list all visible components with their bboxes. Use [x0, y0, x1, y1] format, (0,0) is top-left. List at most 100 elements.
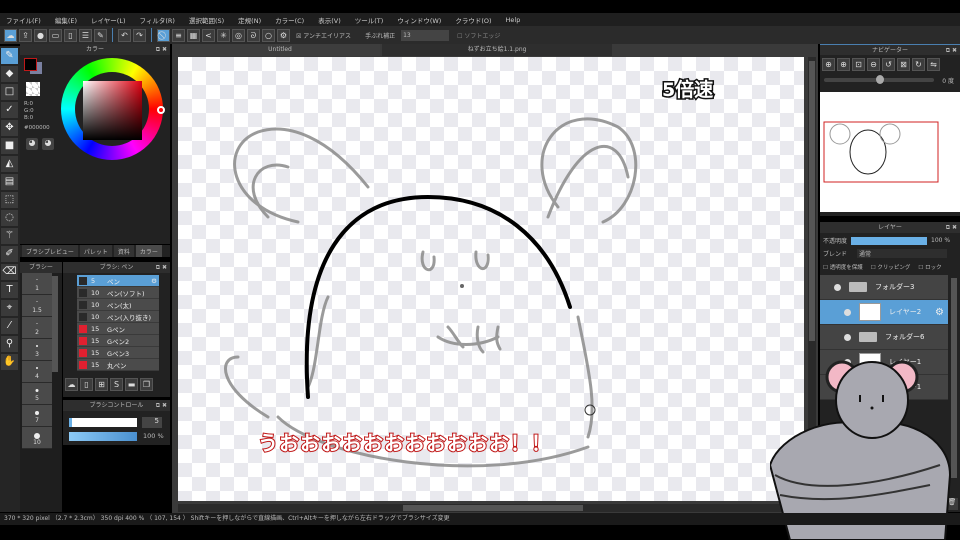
folder-icon[interactable]: ▬	[125, 378, 138, 391]
visibility-icon[interactable]	[834, 283, 841, 291]
script-brush-icon[interactable]: S	[110, 378, 123, 391]
foreground-color-swatch[interactable]	[24, 58, 37, 71]
clipping-checkbox[interactable]: ☐ クリッピング	[871, 263, 911, 271]
perspective-snap-icon[interactable]: <	[202, 28, 215, 42]
size-item[interactable]: 3	[22, 339, 52, 361]
stabilizer-select[interactable]: 13	[401, 29, 450, 41]
menu-color[interactable]: カラー(C)	[275, 15, 304, 25]
curve-snap-icon[interactable]: ᘐ	[247, 28, 260, 42]
gradient-tool-icon[interactable]: ▤	[1, 174, 18, 190]
brush-item[interactable]: 10 ペン(入り抜き)	[77, 311, 159, 323]
gear-icon[interactable]: ⚙	[935, 307, 944, 318]
menu-filter[interactable]: フィルタ(R)	[140, 15, 175, 25]
tab-current-file[interactable]: ねずお立ち絵1.1.png	[382, 44, 612, 56]
concentric-snap-icon[interactable]: ◎	[232, 28, 245, 42]
divide-tool-icon[interactable]: ⁄	[1, 318, 18, 334]
brush-item[interactable]: 10 ペン(太)	[77, 299, 159, 311]
size-item[interactable]: 2	[22, 317, 52, 339]
antialias-checkbox[interactable]: ☒ アンチエイリアス	[296, 31, 351, 40]
hue-handle[interactable]	[157, 106, 165, 114]
close-icon[interactable]: ⧉ ✖	[946, 222, 957, 233]
menu-help[interactable]: Help	[506, 16, 521, 24]
size-item[interactable]: 5	[22, 383, 52, 405]
tab-brush-preview[interactable]: ブラシプレビュー	[22, 245, 78, 257]
size-item[interactable]: 1.5	[22, 295, 52, 317]
brush-size-scrollbar[interactable]	[52, 276, 58, 372]
navigator-preview[interactable]	[820, 92, 960, 212]
brush-item[interactable]: 15 Gペン3	[77, 347, 159, 359]
zoom-actual-icon[interactable]: ⊕	[822, 58, 835, 71]
lock-checkbox[interactable]: ☐ ロック	[918, 263, 941, 271]
share-icon[interactable]: ⇪	[19, 28, 32, 42]
size-item[interactable]: 1	[22, 273, 52, 295]
reset-rotation-icon[interactable]: ⊠	[897, 58, 910, 71]
snap-off-icon[interactable]: ⃠	[157, 28, 170, 42]
settings-snap-icon[interactable]: ⚙	[277, 28, 290, 42]
cloud-brush-icon[interactable]: ☁	[65, 378, 78, 391]
menu-tool[interactable]: ツール(T)	[355, 15, 384, 25]
brush-item[interactable]: 15 丸ペン	[77, 359, 159, 371]
menu-window[interactable]: ウィンドウ(W)	[397, 15, 441, 25]
transparent-swatch[interactable]	[26, 82, 40, 96]
move-tool-icon[interactable]: ✥	[1, 120, 18, 136]
saturation-value-square[interactable]	[83, 81, 142, 140]
tab-untitled[interactable]: Untitled	[180, 44, 380, 56]
blend-select[interactable]: 通常	[857, 249, 948, 258]
fit-icon[interactable]: ⊡	[852, 58, 865, 71]
eraser-tool-icon[interactable]: ◆	[1, 66, 18, 82]
close-icon[interactable]: ⧉ ✖	[156, 44, 167, 55]
zoom-in-icon[interactable]: ⊕	[837, 58, 850, 71]
brush-tool-icon[interactable]: ✎	[1, 48, 18, 64]
edit-icon[interactable]: ✎	[94, 28, 107, 42]
rotate-right-icon[interactable]: ↻	[912, 58, 925, 71]
visibility-icon[interactable]	[844, 333, 851, 341]
brush-item[interactable]: 5 ペン ⚙	[77, 275, 159, 287]
horizontal-scrollbar[interactable]	[178, 504, 804, 512]
drawing-canvas[interactable]: 5倍速 うおおおおおおおおおおお！！	[178, 57, 804, 501]
fill-rect-tool-icon[interactable]: ■	[1, 138, 18, 154]
circle-snap-icon[interactable]: ○	[262, 28, 275, 42]
size-item[interactable]: 7	[22, 405, 52, 427]
menu-layer[interactable]: レイヤー(L)	[91, 15, 126, 25]
eyedropper-tool-icon[interactable]: ⚲	[1, 336, 18, 352]
copy-icon[interactable]: ❐	[140, 378, 153, 391]
add-brush-icon[interactable]: ⊞	[95, 378, 108, 391]
menu-file[interactable]: ファイル(F)	[6, 15, 41, 25]
comment-icon[interactable]: ●	[34, 28, 47, 42]
zoom-out-icon[interactable]: ⊖	[867, 58, 880, 71]
gear-icon[interactable]: ⚙	[151, 277, 157, 285]
rotation-slider[interactable]	[824, 75, 934, 84]
close-icon[interactable]: ⧉ ✖	[946, 45, 957, 56]
hand-tool-icon[interactable]: ✋	[1, 354, 18, 370]
flip-icon[interactable]: ⇋	[927, 58, 940, 71]
menu-selection[interactable]: 選択範囲(S)	[189, 15, 224, 25]
undo-icon[interactable]: ↶	[118, 28, 131, 42]
rect-tool-icon[interactable]: □	[1, 84, 18, 100]
rotate-left-icon[interactable]: ↺	[882, 58, 895, 71]
radial-snap-icon[interactable]: ✳	[217, 28, 230, 42]
brush-size-slider[interactable]	[69, 418, 137, 427]
layer-item[interactable]: フォルダー3	[820, 275, 948, 300]
lasso-tool-icon[interactable]: ◌	[1, 210, 18, 226]
menu-ruler[interactable]: 定規(N)	[238, 15, 261, 25]
brush-item[interactable]: 15 Gペン	[77, 323, 159, 335]
magic-wand-tool-icon[interactable]: ⚚	[1, 228, 18, 244]
parallel-snap-icon[interactable]: ≡	[172, 28, 185, 42]
brush-item[interactable]: 10 ペン(ソフト)	[77, 287, 159, 299]
soft-edge-checkbox[interactable]: ☐ ソフトエッジ	[457, 31, 500, 40]
select-pen2-tool-icon[interactable]: ✐	[1, 246, 18, 262]
tab-color[interactable]: カラー	[135, 245, 162, 257]
list-icon[interactable]: ☰	[79, 28, 92, 42]
bucket-tool-icon[interactable]: ◭	[1, 156, 18, 172]
layer-opacity-slider[interactable]	[851, 236, 928, 245]
select-pen-tool-icon[interactable]: ✓	[1, 102, 18, 118]
select-tool-icon[interactable]: ⬚	[1, 192, 18, 208]
operation-tool-icon[interactable]: ⌖	[1, 300, 18, 316]
brush-item[interactable]: 15 Gペン2	[77, 335, 159, 347]
menu-edit[interactable]: 編集(E)	[55, 15, 77, 25]
text-tool-icon[interactable]: T	[1, 282, 18, 298]
size-item[interactable]: 10	[22, 427, 52, 449]
size-item[interactable]: 4	[22, 361, 52, 383]
menu-view[interactable]: 表示(V)	[318, 15, 341, 25]
tab-palette[interactable]: パレット	[79, 245, 112, 257]
